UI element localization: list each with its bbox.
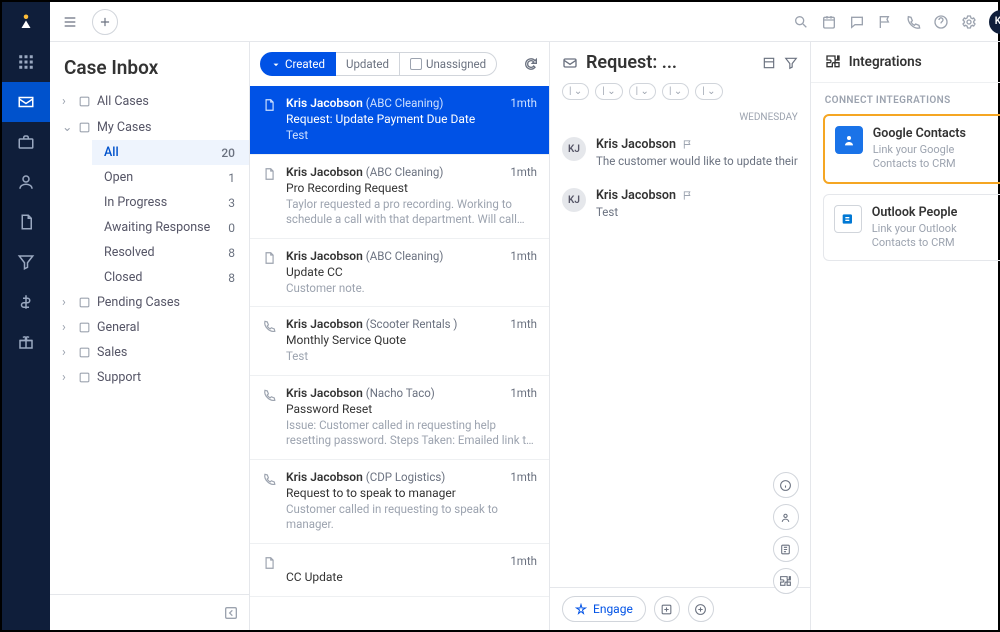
refresh-icon[interactable] bbox=[523, 56, 539, 72]
tab-updated[interactable]: Updated bbox=[336, 52, 400, 76]
tag[interactable]: | ⌄ bbox=[662, 83, 689, 100]
phone-icon bbox=[262, 319, 278, 365]
integration-outlook[interactable]: Outlook PeopleLink your Outlook Contacts… bbox=[823, 194, 1000, 262]
outlook-icon bbox=[834, 205, 862, 233]
filter-resolved[interactable]: Resolved8 bbox=[92, 240, 249, 265]
rail-apps[interactable] bbox=[2, 42, 50, 82]
case-item[interactable]: Kris Jacobson (Scooter Rentals )1mthMont… bbox=[250, 307, 549, 376]
rail-billing[interactable] bbox=[2, 282, 50, 322]
collapse-sidebar-icon[interactable] bbox=[223, 605, 239, 621]
flag-icon bbox=[682, 139, 693, 150]
calendar-icon[interactable] bbox=[821, 14, 837, 30]
message[interactable]: KJKris Jacobson The customer would like … bbox=[550, 127, 810, 178]
settings-icon[interactable] bbox=[961, 14, 977, 30]
top-bar: KJ bbox=[50, 2, 1000, 42]
puzzle-icon bbox=[825, 54, 841, 70]
document-icon bbox=[262, 167, 278, 228]
filter-all[interactable]: All20 bbox=[92, 140, 249, 165]
checkbox-icon bbox=[410, 58, 422, 70]
google-icon bbox=[835, 126, 863, 154]
menu-icon[interactable] bbox=[62, 14, 78, 30]
tag[interactable]: | ⌄ bbox=[695, 83, 722, 100]
tab-unassigned[interactable]: Unassigned bbox=[400, 52, 497, 76]
rail-briefcase[interactable] bbox=[2, 122, 50, 162]
tab-created[interactable]: Created bbox=[260, 52, 336, 76]
case-item[interactable]: Kris Jacobson (CDP Logistics)1mthRequest… bbox=[250, 460, 549, 544]
tag[interactable]: | ⌄ bbox=[629, 83, 656, 100]
case-item[interactable]: 1mthCC Update bbox=[250, 544, 549, 597]
add-icon[interactable] bbox=[688, 596, 714, 622]
phone-icon bbox=[262, 472, 278, 533]
panel-title: Integrations bbox=[849, 54, 989, 70]
rail-gift[interactable] bbox=[2, 322, 50, 362]
user-icon[interactable] bbox=[773, 504, 799, 530]
case-item[interactable]: Kris Jacobson (ABC Cleaning)1mthRequest:… bbox=[250, 86, 549, 155]
phone-icon[interactable] bbox=[905, 14, 921, 30]
integrations-panel: Integrations CONNECT INTEGRATIONS Google… bbox=[811, 42, 1000, 630]
floating-actions bbox=[773, 472, 799, 594]
note-icon[interactable] bbox=[773, 536, 799, 562]
folder-icon bbox=[78, 121, 91, 134]
integration-google[interactable]: Google ContactsLink your Google Contacts… bbox=[823, 114, 1000, 184]
phone-icon bbox=[262, 388, 278, 449]
tag[interactable]: | ⌄ bbox=[562, 83, 589, 100]
filter-open[interactable]: Open1 bbox=[92, 165, 249, 190]
avatar[interactable]: KJ bbox=[989, 10, 1000, 34]
folder-pending-cases[interactable]: ›Pending Cases bbox=[50, 290, 249, 315]
archive-icon[interactable] bbox=[654, 596, 680, 622]
rail-contacts[interactable] bbox=[2, 162, 50, 202]
folder-general[interactable]: ›General bbox=[50, 315, 249, 340]
detail-title: Request: ... bbox=[586, 52, 754, 73]
day-separator: WEDNESDAY bbox=[550, 108, 810, 127]
left-rail bbox=[2, 2, 50, 630]
rail-docs[interactable] bbox=[2, 202, 50, 242]
flag-icon bbox=[682, 190, 693, 201]
tag[interactable]: | ⌄ bbox=[595, 83, 622, 100]
mail-icon bbox=[562, 55, 578, 71]
folder-support[interactable]: ›Support bbox=[50, 365, 249, 390]
filter-closed[interactable]: Closed8 bbox=[92, 265, 249, 290]
case-item[interactable]: Kris Jacobson (ABC Cleaning)1mthPro Reco… bbox=[250, 155, 549, 239]
avatar: KJ bbox=[562, 137, 586, 161]
tree-my-cases[interactable]: ⌄ My Cases bbox=[50, 114, 249, 140]
rail-funnel[interactable] bbox=[2, 242, 50, 282]
search-icon[interactable] bbox=[793, 14, 809, 30]
document-icon bbox=[262, 251, 278, 297]
layout-icon[interactable] bbox=[762, 56, 776, 70]
engage-button[interactable]: Engage bbox=[562, 596, 646, 622]
tag-row: | ⌄ | ⌄ | ⌄ | ⌄ | ⌄ bbox=[550, 83, 810, 108]
chat-icon[interactable] bbox=[849, 14, 865, 30]
logo bbox=[2, 2, 50, 42]
case-list: Created Updated Unassigned Kris Jacobson… bbox=[250, 42, 550, 630]
folder-icon bbox=[78, 95, 91, 108]
folder-sales[interactable]: ›Sales bbox=[50, 340, 249, 365]
case-item[interactable]: Kris Jacobson (ABC Cleaning)1mthUpdate C… bbox=[250, 239, 549, 308]
page-title: Case Inbox bbox=[50, 56, 249, 89]
case-detail: Request: ... | ⌄ | ⌄ | ⌄ | ⌄ | ⌄ WEDNESD… bbox=[550, 42, 811, 630]
puzzle-small-icon[interactable] bbox=[773, 568, 799, 594]
tree-all-cases[interactable]: › All Cases bbox=[50, 89, 249, 114]
sidebar: Case Inbox › All Cases ⌄ My Cases All20O… bbox=[50, 42, 250, 630]
avatar: KJ bbox=[562, 188, 586, 212]
flag-icon[interactable] bbox=[877, 14, 893, 30]
case-item[interactable]: Kris Jacobson (Nacho Taco)1mthPassword R… bbox=[250, 376, 549, 460]
help-icon[interactable] bbox=[933, 14, 949, 30]
panel-section-label: CONNECT INTEGRATIONS bbox=[811, 83, 1000, 114]
message[interactable]: KJKris Jacobson Test bbox=[550, 178, 810, 229]
add-button[interactable] bbox=[92, 9, 118, 35]
filter-in-progress[interactable]: In Progress3 bbox=[92, 190, 249, 215]
filter-awaiting-response[interactable]: Awaiting Response0 bbox=[92, 215, 249, 240]
info-icon[interactable] bbox=[773, 472, 799, 498]
rail-inbox[interactable] bbox=[2, 82, 50, 122]
filter-icon[interactable] bbox=[784, 56, 798, 70]
document-icon bbox=[262, 556, 278, 586]
document-icon bbox=[262, 98, 278, 144]
